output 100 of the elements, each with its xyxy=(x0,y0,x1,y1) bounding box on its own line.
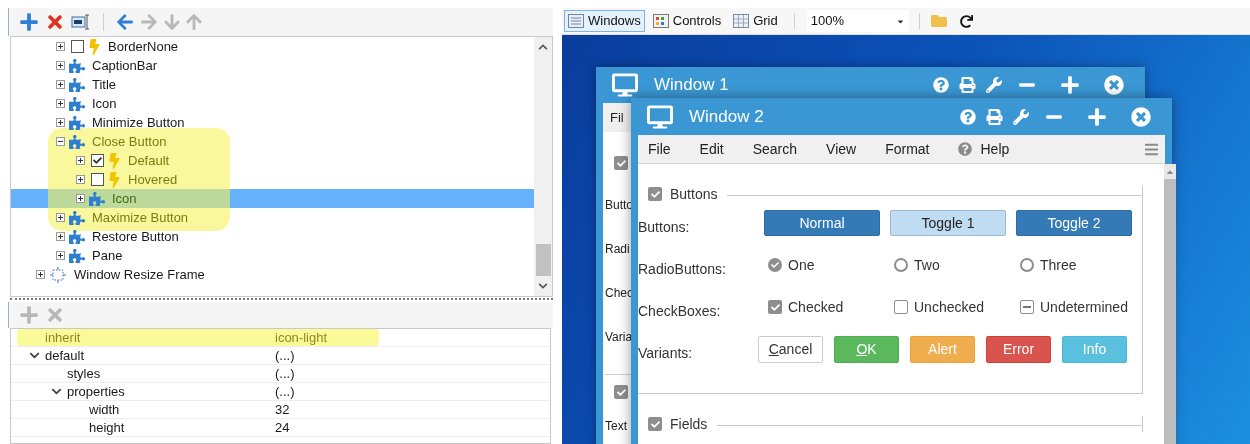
checkbox-label: Unchecked xyxy=(914,297,985,317)
expand-icon[interactable] xyxy=(56,99,65,108)
checkbox[interactable] xyxy=(648,187,662,201)
collapse-icon[interactable] xyxy=(56,137,65,146)
group-title: Fields xyxy=(670,414,708,434)
variant-button[interactable]: Cancel xyxy=(758,335,823,363)
view-tab[interactable]: Windows xyxy=(564,10,645,32)
scroll-down-icon[interactable] xyxy=(538,281,548,291)
property-row[interactable]: properties (...) xyxy=(17,383,379,400)
tree-item-label[interactable]: Pane xyxy=(92,245,123,266)
refresh-icon[interactable] xyxy=(959,14,973,28)
puzzle-icon xyxy=(69,57,85,74)
delete-icon[interactable] xyxy=(45,12,65,32)
expand-icon[interactable] xyxy=(56,118,65,127)
radio-button[interactable] xyxy=(768,258,782,272)
toggle-button[interactable]: Toggle 2 xyxy=(1016,210,1132,236)
property-row[interactable]: default (...) xyxy=(17,347,379,364)
checkbox[interactable] xyxy=(894,300,908,314)
checkbox[interactable] xyxy=(71,40,84,53)
print-icon[interactable] xyxy=(959,77,976,93)
window-title: Window 2 xyxy=(689,105,764,128)
expand-icon[interactable] xyxy=(56,80,65,89)
indeterminate-checkbox[interactable] xyxy=(1020,300,1034,314)
radio-button[interactable] xyxy=(894,258,908,272)
expand-icon[interactable] xyxy=(76,194,85,203)
checkbox[interactable] xyxy=(614,385,628,399)
property-row[interactable]: height 24 xyxy=(17,419,379,436)
maximize-icon[interactable] xyxy=(1060,75,1080,95)
scroll-thumb[interactable] xyxy=(535,244,551,276)
toggle-button[interactable]: Normal xyxy=(764,210,880,236)
checkbox[interactable] xyxy=(614,156,628,170)
tree-item-label[interactable]: Icon xyxy=(112,188,137,209)
menu-item[interactable]: Search xyxy=(752,138,798,160)
tree-item-label[interactable]: Minimize Button xyxy=(92,112,185,133)
collapse-chevron-icon[interactable] xyxy=(50,386,62,397)
group-title: Buttons xyxy=(670,184,718,204)
window-title: Window 1 xyxy=(654,74,729,97)
collapse-chevron-icon[interactable] xyxy=(28,350,40,361)
property-row[interactable]: inherit icon-light xyxy=(17,329,379,346)
expand-icon[interactable] xyxy=(56,213,65,222)
menu-item[interactable]: Fil xyxy=(610,107,624,128)
help-icon[interactable] xyxy=(933,77,949,93)
expand-icon[interactable] xyxy=(56,232,65,241)
property-row[interactable]: styles (...) xyxy=(17,365,379,382)
menu-item[interactable]: Edit xyxy=(699,138,724,160)
tree-item-label[interactable]: CaptionBar xyxy=(92,55,158,76)
expand-icon[interactable] xyxy=(36,270,45,279)
add-icon[interactable] xyxy=(19,12,39,32)
view-tab[interactable]: Controls xyxy=(648,10,726,32)
row-label: CheckBoxes: xyxy=(638,301,722,321)
tree-item-label[interactable]: Restore Button xyxy=(92,226,179,247)
property-value: (...) xyxy=(275,382,295,401)
zoom-select[interactable]: 100% xyxy=(806,10,909,32)
tree-item-label[interactable]: Icon xyxy=(92,93,117,114)
checkbox[interactable] xyxy=(91,154,104,167)
lightning-icon xyxy=(108,152,121,169)
maximize-icon[interactable] xyxy=(1087,106,1107,127)
tree-item-label[interactable]: Default xyxy=(128,150,170,171)
row-label: Varia xyxy=(605,329,633,344)
wrench-icon[interactable] xyxy=(1013,108,1029,125)
menu-item[interactable]: Help xyxy=(980,138,1010,160)
property-row[interactable]: width 32 xyxy=(17,401,379,418)
controls-view-icon xyxy=(652,14,669,28)
menu-item[interactable]: Format xyxy=(885,138,930,160)
close-icon[interactable] xyxy=(1131,106,1151,127)
menu-item[interactable]: View xyxy=(826,138,857,160)
help-icon[interactable] xyxy=(960,108,976,125)
scrollbar[interactable] xyxy=(534,37,552,296)
tree-item-label[interactable]: Hovered xyxy=(128,169,178,190)
puzzle-icon xyxy=(69,133,85,150)
expand-icon[interactable] xyxy=(76,175,85,184)
puzzle-icon xyxy=(69,76,85,93)
checkbox[interactable] xyxy=(648,417,662,431)
scroll-up-icon[interactable] xyxy=(538,42,548,52)
back-arrow-icon[interactable] xyxy=(116,13,134,31)
tree-item-label[interactable]: Window Resize Frame xyxy=(74,264,205,285)
variant-button[interactable]: Error xyxy=(986,335,1051,363)
expand-icon[interactable] xyxy=(56,42,65,51)
tree-item-label[interactable]: Close Button xyxy=(92,131,167,152)
menu-icon[interactable] xyxy=(1144,141,1159,157)
expand-icon[interactable] xyxy=(56,251,65,260)
tree-item-label[interactable]: Title xyxy=(92,74,117,95)
expand-icon[interactable] xyxy=(76,156,85,165)
checkbox-label: Undetermined xyxy=(1040,297,1128,317)
close-icon[interactable] xyxy=(1104,75,1124,95)
wrench-icon[interactable] xyxy=(986,77,1002,93)
property-name: height xyxy=(89,418,125,437)
tree-item-label[interactable]: BorderNone xyxy=(108,36,179,57)
tree-item-label[interactable]: Maximize Button xyxy=(92,207,189,228)
print-icon[interactable] xyxy=(986,108,1003,125)
row-label: Text xyxy=(605,418,627,435)
rename-icon[interactable] xyxy=(71,14,91,30)
menu-item[interactable]: File xyxy=(648,138,671,160)
radio-button[interactable] xyxy=(1020,258,1034,272)
view-tab[interactable]: Grid xyxy=(729,10,782,32)
toggle-button[interactable]: Toggle 1 xyxy=(890,210,1006,236)
property-value: (...) xyxy=(275,364,295,383)
checkbox[interactable] xyxy=(91,173,104,186)
checkbox[interactable] xyxy=(768,300,782,314)
expand-icon[interactable] xyxy=(56,61,65,70)
